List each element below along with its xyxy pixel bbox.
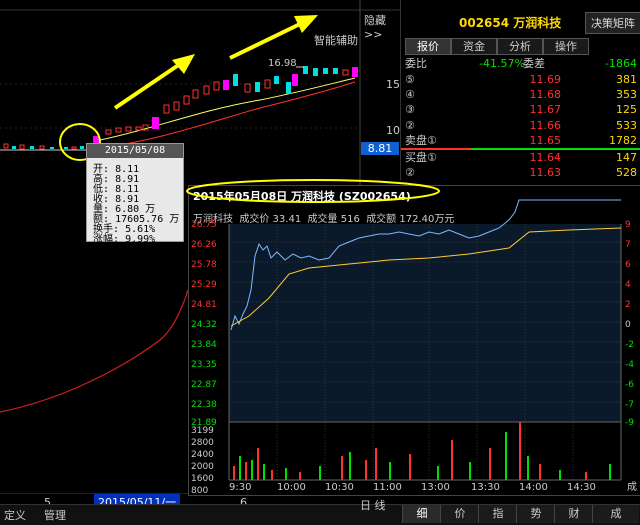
stock-title: 002654 万润科技 <box>459 16 562 30</box>
hide-toggle[interactable]: 隐藏>> <box>364 12 400 41</box>
popup-row-change: 涨幅: 9.99% <box>93 234 156 245</box>
assist-label[interactable]: 智能辅助 <box>314 32 358 48</box>
quote-tabs: 报价 资金 分析 操作 <box>401 38 640 55</box>
tab-trend[interactable]: 势 <box>516 505 555 523</box>
tab-deal[interactable]: 成 <box>592 505 639 523</box>
tab-detail[interactable]: 细 <box>402 505 441 523</box>
diff-value: -1864 <box>605 57 637 70</box>
scale-label-15: 15 <box>386 78 400 91</box>
ratio-value: -41.57% <box>479 57 525 70</box>
tab-analysis[interactable]: 分析 <box>497 38 543 55</box>
candle-info-popup: 2015/05/08 开: 8.11 高: 8.91 低: 8.11 收: 8.… <box>86 143 184 245</box>
intraday-amt-value: 172.40万元 <box>399 214 455 225</box>
tab-manage[interactable]: 管理 <box>44 507 66 523</box>
current-price-tag: 8.81 <box>361 142 399 155</box>
tab-funds[interactable]: 资金 <box>451 38 497 55</box>
long-ma-line <box>0 289 189 413</box>
bottom-bar: 定义 管理 日 线 细 价 指 势 财 成 <box>0 499 640 525</box>
quote-header: 002654 万润科技 决策矩阵 <box>401 10 640 34</box>
buy-order-1: 买盘① 11.64 147 <box>405 151 637 164</box>
tab-price[interactable]: 价 <box>440 505 479 523</box>
intraday-svg <box>228 199 622 481</box>
intraday-window: 2015年05月08日 万润科技 (SZ002654) 万润科技 成交价 33.… <box>186 179 640 496</box>
sell-order-2: ② 11.66 533 <box>405 119 637 132</box>
sell-order-3: ③ 11.67 125 <box>405 103 637 116</box>
kline-candles-rise <box>93 66 358 146</box>
tab-define[interactable]: 定义 <box>4 507 26 523</box>
intraday-time-axis: 9:30 10:00 10:30 11:00 13:00 13:30 14:00… <box>229 482 596 493</box>
sell-order-5: ⑤ 11.69 381 <box>405 73 637 86</box>
tab-operate[interactable]: 操作 <box>543 38 589 55</box>
sell-order-1: 卖盘① 11.65 1782 <box>405 134 637 147</box>
title-highlight-ellipse <box>186 179 440 203</box>
kline-candles-early <box>3 143 84 150</box>
tab-daily[interactable]: 日 线 <box>360 497 386 513</box>
decision-matrix-button[interactable]: 决策矩阵 <box>585 12 640 34</box>
intraday-vol-value: 516 <box>340 214 360 225</box>
high-marker-label: 16.98 <box>268 58 297 69</box>
tab-index[interactable]: 指 <box>478 505 517 523</box>
ratio-row: 委比 -41.57% 委差 -1864 <box>401 56 640 72</box>
scale-label-10: 10 <box>386 124 400 137</box>
diff-label: 委差 <box>523 57 545 70</box>
tab-finance[interactable]: 财 <box>554 505 593 523</box>
ratio-label: 委比 <box>405 57 427 70</box>
quote-panel: 002654 万润科技 决策矩阵 报价 资金 分析 操作 委比 -41.57% … <box>400 0 640 180</box>
sell-order-4: ④ 11.68 353 <box>405 88 637 101</box>
popup-date: 2015/05/08 <box>87 144 183 158</box>
intraday-volume-bars <box>233 422 611 480</box>
intraday-price-value: 33.41 <box>272 214 302 225</box>
tab-quote[interactable]: 报价 <box>405 38 451 55</box>
intraday-info-row: 万润科技 成交价 33.41 成交量 516 成交额 172.40万元 <box>193 214 455 225</box>
